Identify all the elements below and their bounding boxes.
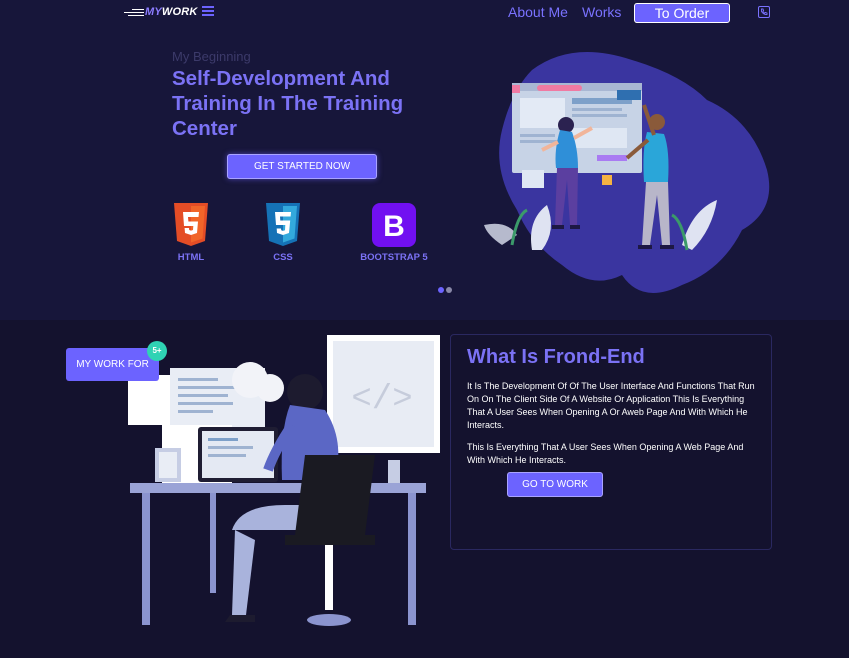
tech-css: CSS	[263, 203, 303, 263]
tech-html-label: HTML	[177, 252, 205, 263]
card-title: What Is Frond-End	[467, 346, 645, 368]
hero-title: Self-Development And Training In The Tra…	[172, 67, 404, 140]
get-started-button[interactable]: GET STARTED NOW	[227, 154, 377, 179]
card-paragraph-2: This Is Everything That A User Sees When…	[467, 442, 744, 465]
card-paragraph-1: It Is The Development Of Of The User Int…	[467, 381, 755, 430]
nav-works[interactable]: Works	[582, 4, 621, 20]
svg-text:</>: </>	[351, 381, 412, 419]
work-count-badge: 5+	[147, 341, 167, 361]
tech-bootstrap: B BOOTSTRAP 5	[353, 203, 435, 263]
carousel-dot-active[interactable]	[438, 287, 444, 293]
my-work-badge: MY WORK FOR	[66, 348, 159, 381]
hero-eyebrow: My Beginning	[172, 49, 251, 64]
logo-speed-lines-icon	[122, 7, 144, 17]
menu-icon[interactable]	[202, 6, 214, 17]
go-to-work-button[interactable]: GO TO WORK	[507, 472, 603, 497]
nav-about-me[interactable]: About Me	[508, 4, 568, 20]
to-order-button[interactable]: To Order	[634, 3, 730, 23]
carousel-dot[interactable]	[446, 287, 452, 293]
phone-icon[interactable]	[758, 6, 770, 18]
hero-illustration	[484, 52, 770, 293]
logo-text: MYWORK	[145, 6, 198, 18]
css3-icon	[266, 203, 300, 246]
frontend-info-card: What Is Frond-End It Is The Development …	[450, 334, 772, 550]
work-illustration: </>	[128, 335, 440, 626]
carousel-dots	[438, 287, 452, 293]
site-logo[interactable]: MYWORK	[122, 5, 198, 19]
tech-bootstrap-label: BOOTSTRAP 5	[360, 252, 428, 263]
svg-text:B: B	[383, 210, 405, 243]
html5-icon	[174, 203, 208, 246]
tech-html: HTML	[171, 203, 211, 263]
tech-css-label: CSS	[273, 252, 293, 263]
bootstrap-icon: B	[372, 203, 416, 247]
